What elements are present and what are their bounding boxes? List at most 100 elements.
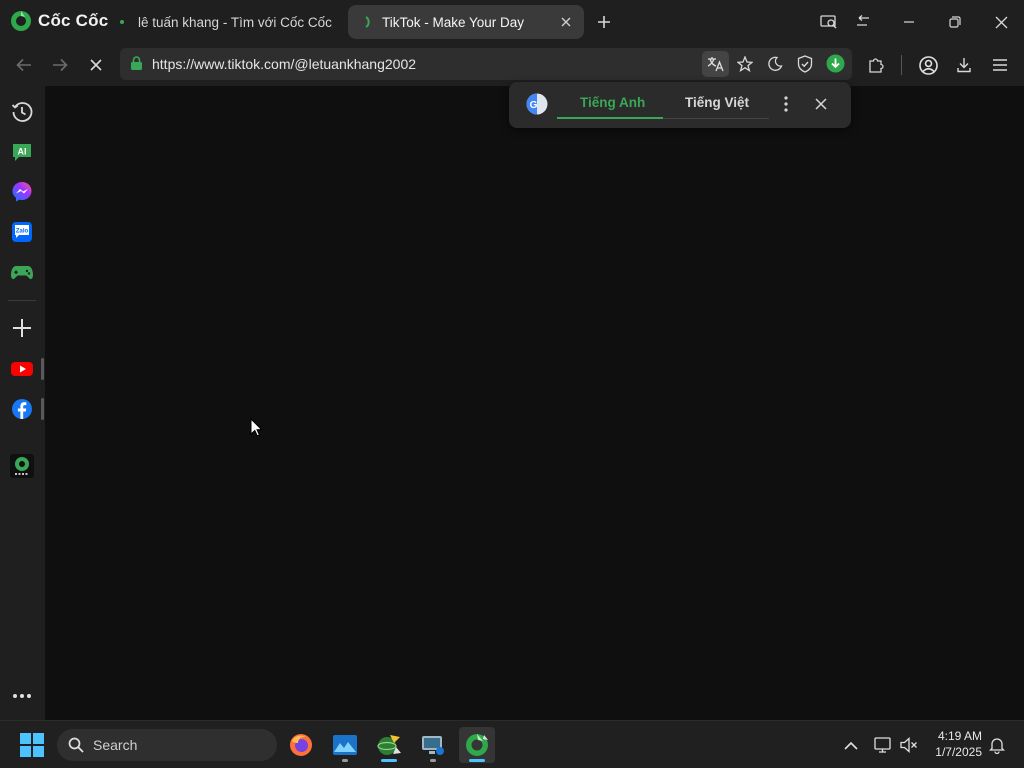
- sidebar-item-facebook[interactable]: [9, 396, 35, 422]
- tab-search[interactable]: lê tuấn khang - Tìm với Cốc Cốc: [110, 5, 345, 39]
- more-horizontal-icon: [12, 693, 32, 699]
- tab-search-button[interactable]: [814, 8, 844, 36]
- svg-text:AI: AI: [18, 147, 27, 157]
- clock-date: 1/7/2025: [935, 745, 982, 759]
- coccoc-logo-icon: [10, 10, 32, 32]
- profile-button[interactable]: [914, 51, 942, 79]
- svg-text:G: G: [530, 100, 538, 111]
- monitor-app-icon: [420, 733, 446, 757]
- screen-search-icon: [820, 14, 838, 30]
- plus-icon: [597, 15, 611, 29]
- search-label: Search: [93, 737, 138, 753]
- arrows-icon: [854, 15, 872, 29]
- sidebar-item-games[interactable]: [9, 259, 35, 285]
- address-bar[interactable]: https://www.tiktok.com/@letuankhang2002: [120, 48, 852, 80]
- forward-button[interactable]: [46, 51, 74, 79]
- sidebar-item-more[interactable]: [9, 683, 35, 709]
- gamepad-icon: [10, 263, 34, 281]
- running-indicator: [469, 759, 485, 762]
- page-content[interactable]: [45, 86, 1024, 720]
- youtube-icon: [10, 360, 34, 378]
- tab-title: TikTok - Make Your Day: [382, 14, 525, 30]
- chevron-up-icon: [844, 741, 858, 750]
- restore-button[interactable]: [940, 8, 970, 36]
- tab-close-icon[interactable]: [560, 16, 572, 28]
- stop-loading-button[interactable]: [82, 51, 110, 79]
- url-text[interactable]: https://www.tiktok.com/@letuankhang2002: [152, 56, 416, 72]
- tab-source-language[interactable]: Tiếng Anh: [580, 95, 645, 110]
- sidebar-item-add[interactable]: [9, 315, 35, 341]
- zalo-icon: Zalo: [11, 221, 33, 243]
- windows-logo-icon: [20, 733, 44, 757]
- system-clock[interactable]: 4:19 AM 1/7/2025: [935, 728, 982, 760]
- notifications-button[interactable]: [983, 727, 1011, 763]
- lock-icon[interactable]: [130, 56, 143, 71]
- sidebar-item-messenger[interactable]: [9, 179, 35, 205]
- clock-time: 4:19 AM: [937, 729, 982, 743]
- tab-divider: [663, 118, 769, 119]
- search-icon: [68, 737, 84, 753]
- download-media-icon[interactable]: [826, 54, 845, 73]
- toolbar-divider: [901, 55, 902, 75]
- back-forward-cache-button[interactable]: [848, 8, 878, 36]
- volume-button[interactable]: [893, 727, 925, 763]
- mouse-cursor-icon: [250, 418, 262, 437]
- minimize-icon: [903, 16, 915, 28]
- stop-icon: [89, 58, 103, 72]
- sidebar-item-ai[interactable]: AI: [9, 139, 35, 165]
- tab-tiktok[interactable]: TikTok - Make Your Day: [348, 5, 584, 39]
- sidebar-divider: [8, 300, 36, 301]
- taskbar-app-firefox[interactable]: [283, 727, 319, 763]
- ai-icon: AI: [11, 141, 33, 163]
- sidebar: AI Zalo: [0, 86, 44, 720]
- facebook-icon: [11, 398, 33, 420]
- translate-options-button[interactable]: [784, 96, 788, 112]
- tab-target-language[interactable]: Tiếng Việt: [685, 95, 749, 110]
- start-button[interactable]: [14, 727, 50, 763]
- taskbar-app-remote[interactable]: [415, 727, 451, 763]
- sidebar-active-indicator: [41, 398, 44, 420]
- sidebar-item-coccoc-2024[interactable]: [9, 453, 35, 479]
- taskbar-search[interactable]: Search: [57, 729, 277, 761]
- translate-icon: [707, 56, 725, 72]
- taskbar-app-coccoc[interactable]: [459, 727, 495, 763]
- hamburger-menu-icon: [992, 58, 1008, 72]
- minimize-button[interactable]: [894, 8, 924, 36]
- loading-dot-icon: [120, 20, 124, 24]
- back-button[interactable]: [10, 51, 38, 79]
- kebab-menu-icon: [784, 96, 788, 112]
- show-hidden-icons-button[interactable]: [834, 727, 868, 763]
- close-window-button[interactable]: [986, 8, 1016, 36]
- history-icon: [11, 101, 33, 123]
- coccoc-2024-icon: [10, 454, 34, 478]
- restore-icon: [949, 16, 961, 28]
- new-tab-button[interactable]: [589, 8, 619, 36]
- translate-button[interactable]: [702, 51, 729, 77]
- arrow-left-icon: [16, 58, 32, 72]
- downloads-button[interactable]: [950, 51, 978, 79]
- active-tab-underline: [557, 117, 663, 119]
- tab-spinner-icon: [364, 16, 374, 28]
- sidebar-item-history[interactable]: [9, 99, 35, 125]
- sidebar-item-youtube[interactable]: [9, 356, 35, 382]
- bookmark-star-icon[interactable]: [737, 56, 753, 72]
- puzzle-icon: [867, 56, 885, 74]
- download-icon: [956, 57, 972, 73]
- running-indicator: [430, 759, 436, 762]
- translate-close-button[interactable]: [815, 98, 827, 110]
- photos-icon: [332, 734, 358, 756]
- running-indicator: [381, 759, 397, 762]
- profile-icon: [918, 55, 938, 75]
- toolbar: https://www.tiktok.com/@letuankhang2002: [0, 44, 1024, 86]
- browser-brand[interactable]: Cốc Cốc: [10, 10, 108, 32]
- adblock-shield-icon[interactable]: [797, 55, 813, 73]
- main-menu-button[interactable]: [986, 51, 1014, 79]
- extensions-button[interactable]: [862, 51, 890, 79]
- translate-popup: G Tiếng Anh Tiếng Việt: [509, 82, 851, 128]
- taskbar: Search 4:19 AM 1/7/2025: [0, 720, 1024, 768]
- taskbar-app-photos[interactable]: [327, 727, 363, 763]
- dark-mode-icon[interactable]: [767, 56, 783, 72]
- taskbar-app-network-tool[interactable]: [371, 727, 407, 763]
- globe-app-icon: [376, 733, 402, 757]
- sidebar-item-zalo[interactable]: Zalo: [9, 219, 35, 245]
